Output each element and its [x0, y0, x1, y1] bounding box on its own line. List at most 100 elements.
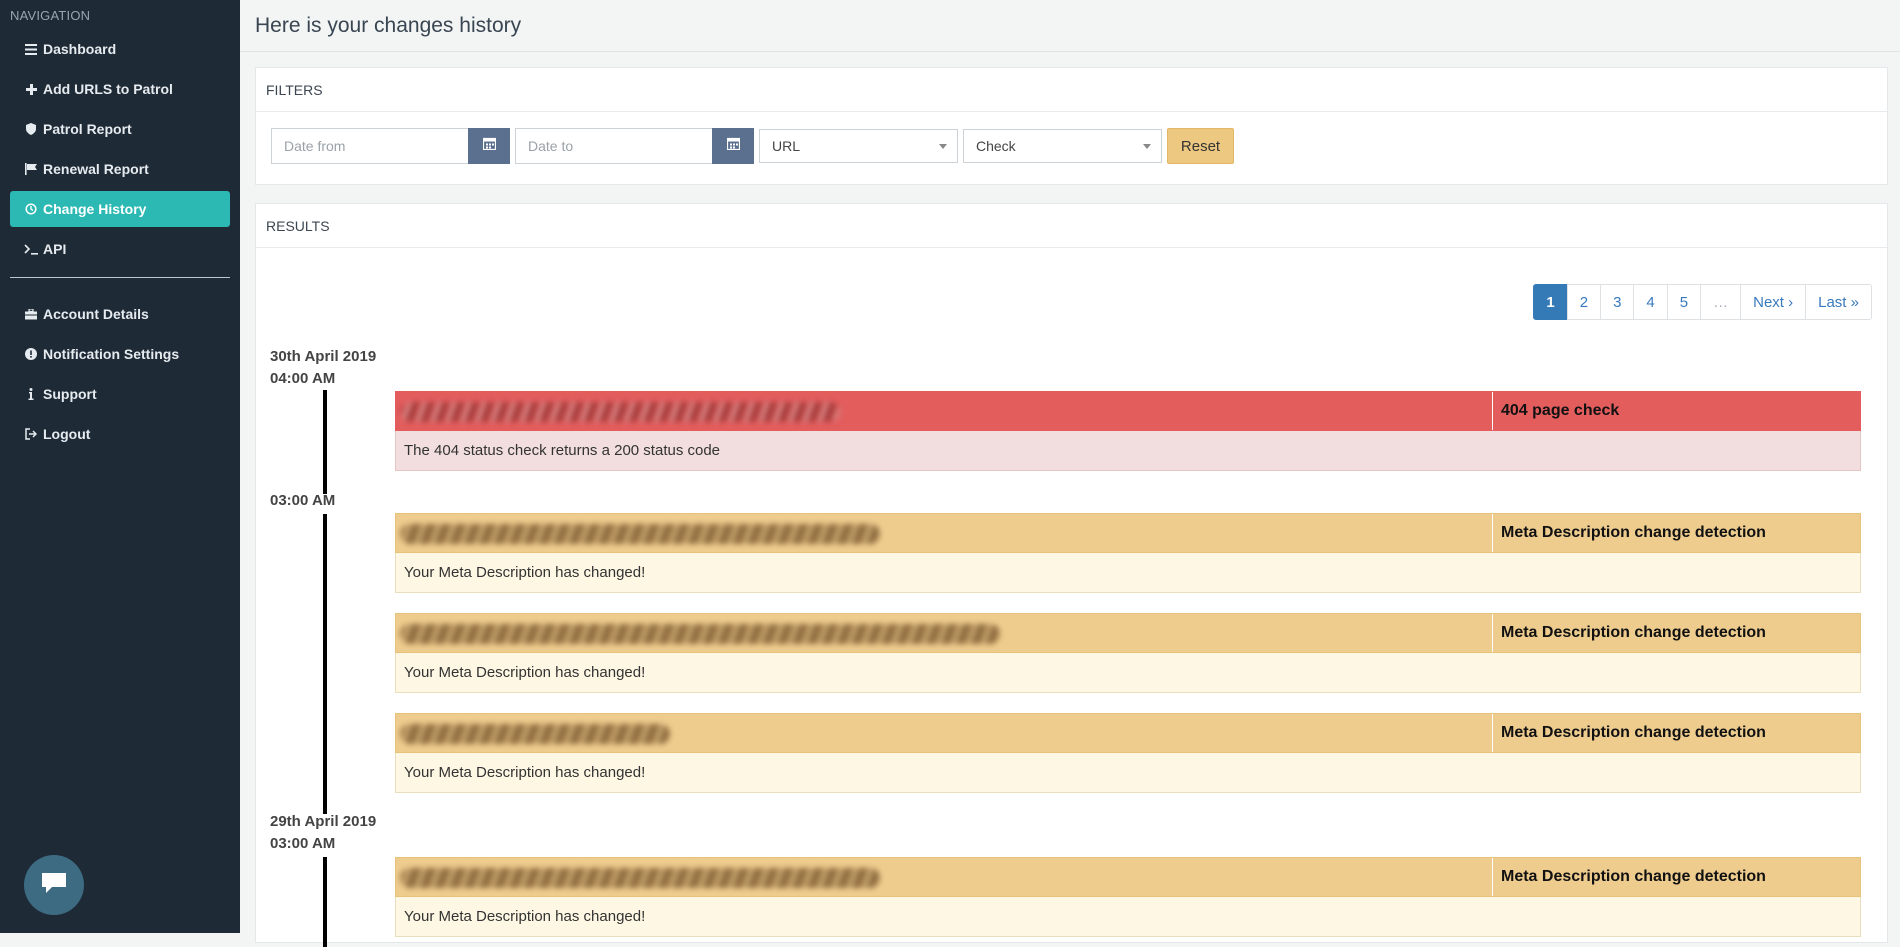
info-icon	[24, 388, 38, 400]
sidebar-item-label: Logout	[43, 426, 91, 442]
sign-out-icon	[24, 428, 38, 440]
sidebar-item-label: Patrol Report	[43, 121, 132, 137]
check-select-value: Check	[976, 138, 1016, 154]
event-check-name: Meta Description change detection	[1501, 624, 1766, 641]
event-url-redacted	[396, 514, 1493, 552]
history-event: Meta Description change detection Your M…	[395, 857, 1861, 937]
timeline-line	[323, 514, 327, 814]
nav-list: Dashboard Add URLS to Patrol Patrol Repo…	[0, 31, 240, 267]
chevron-down-icon	[939, 143, 947, 149]
history-event: 404 page check The 404 status check retu…	[395, 391, 1861, 471]
sidebar: NAVIGATION Dashboard Add URLS to Patrol …	[0, 0, 240, 933]
results-title: RESULTS	[256, 204, 1887, 248]
sidebar-item-account-details[interactable]: Account Details	[10, 296, 230, 332]
page-4-button[interactable]: 4	[1633, 284, 1668, 320]
url-select[interactable]: URL	[759, 129, 958, 163]
event-url-redacted	[396, 714, 1493, 752]
sidebar-item-api[interactable]: API	[10, 231, 230, 267]
event-url-redacted	[396, 858, 1493, 896]
timeline-label: 29th April 2019 03:00 AM	[270, 811, 376, 855]
page-5-button[interactable]: 5	[1666, 284, 1702, 320]
history-icon	[24, 203, 38, 215]
sidebar-item-logout[interactable]: Logout	[10, 416, 230, 452]
briefcase-icon	[24, 308, 38, 320]
page-2-button[interactable]: 2	[1566, 284, 1602, 320]
flag-icon	[24, 163, 38, 175]
timeline-time: 04:00 AM	[270, 370, 336, 387]
filters-title: FILTERS	[256, 68, 1887, 112]
next-page-button[interactable]: Next ›	[1740, 284, 1807, 320]
url-select-value: URL	[772, 138, 801, 154]
event-header[interactable]: Meta Description change detection	[395, 857, 1861, 897]
page-ellipsis: …	[1700, 284, 1742, 320]
nav-list-account: Account Details Notification Settings Su…	[0, 296, 240, 452]
timeline-date: 30th April 2019	[270, 348, 377, 365]
timeline-time: 03:00 AM	[270, 492, 336, 509]
event-url-redacted	[396, 392, 1493, 430]
timeline-line	[323, 857, 327, 947]
sidebar-item-label: Dashboard	[43, 41, 117, 57]
date-to-calendar-button[interactable]	[712, 128, 754, 164]
event-check-name: Meta Description change detection	[1501, 724, 1766, 741]
sidebar-item-patrol-report[interactable]: Patrol Report	[10, 111, 230, 147]
sidebar-item-dashboard[interactable]: Dashboard	[10, 31, 230, 67]
date-from-input[interactable]: Date from	[271, 128, 468, 164]
event-url-redacted	[396, 614, 1493, 652]
history-event: Meta Description change detection Your M…	[395, 613, 1861, 693]
page-1-button[interactable]: 1	[1533, 284, 1568, 320]
last-page-button[interactable]: Last »	[1805, 284, 1872, 320]
sidebar-item-label: Renewal Report	[43, 161, 149, 177]
chevron-down-icon	[1143, 143, 1151, 149]
sidebar-item-label: Support	[43, 386, 97, 402]
sidebar-item-support[interactable]: Support	[10, 376, 230, 412]
terminal-icon	[24, 243, 38, 255]
bars-icon	[24, 43, 38, 55]
reset-button[interactable]: Reset	[1167, 128, 1234, 164]
event-message: Your Meta Description has changed!	[395, 753, 1861, 793]
event-message: Your Meta Description has changed!	[395, 897, 1861, 937]
date-from-calendar-button[interactable]	[468, 128, 510, 164]
chat-widget-button[interactable]	[24, 855, 84, 915]
calendar-icon	[482, 137, 496, 155]
timeline-time: 03:00 AM	[270, 835, 336, 852]
nav-header: NAVIGATION	[10, 8, 91, 23]
date-to-input[interactable]: Date to	[515, 128, 712, 164]
page-title-bar: Here is your changes history	[240, 0, 1900, 52]
nav-divider	[10, 277, 230, 278]
sidebar-item-label: API	[43, 241, 67, 257]
timeline-label: 30th April 2019 04:00 AM	[270, 346, 376, 390]
calendar-icon	[726, 137, 740, 155]
filter-row: Date from Date to URL Check Reset	[271, 128, 1234, 164]
sidebar-item-add-urls[interactable]: Add URLS to Patrol	[10, 71, 230, 107]
sidebar-item-label: Change History	[43, 201, 147, 217]
event-message: Your Meta Description has changed!	[395, 553, 1861, 593]
main-content: Here is your changes history FILTERS Dat…	[240, 0, 1900, 947]
check-select[interactable]: Check	[963, 129, 1162, 163]
timeline-line	[323, 390, 327, 494]
results-panel: RESULTS 1 2 3 4 5 … Next › Last » 30th A…	[255, 203, 1888, 947]
event-message: Your Meta Description has changed!	[395, 653, 1861, 693]
event-header[interactable]: Meta Description change detection	[395, 713, 1861, 753]
event-message: The 404 status check returns a 200 statu…	[395, 431, 1861, 471]
shield-icon	[24, 123, 38, 135]
sidebar-item-label: Notification Settings	[43, 346, 180, 362]
timeline-label: 03:00 AM	[270, 490, 335, 512]
exclamation-circle-icon	[24, 348, 38, 360]
event-check-name: Meta Description change detection	[1501, 524, 1766, 541]
filters-panel: FILTERS Date from Date to URL Check Rese…	[255, 67, 1888, 185]
history-event: Meta Description change detection Your M…	[395, 513, 1861, 593]
event-check-name: 404 page check	[1501, 402, 1620, 419]
event-header[interactable]: Meta Description change detection	[395, 613, 1861, 653]
chat-icon	[40, 871, 68, 900]
sidebar-item-change-history[interactable]: Change History	[10, 191, 230, 227]
sidebar-item-notification-settings[interactable]: Notification Settings	[10, 336, 230, 372]
plus-icon	[24, 83, 38, 95]
event-header[interactable]: Meta Description change detection	[395, 513, 1861, 553]
sidebar-item-label: Add URLS to Patrol	[43, 81, 173, 97]
page-3-button[interactable]: 3	[1600, 284, 1635, 320]
page-title: Here is your changes history	[255, 13, 522, 37]
sidebar-item-label: Account Details	[43, 306, 149, 322]
event-header[interactable]: 404 page check	[395, 391, 1861, 431]
history-event: Meta Description change detection Your M…	[395, 713, 1861, 793]
sidebar-item-renewal-report[interactable]: Renewal Report	[10, 151, 230, 187]
